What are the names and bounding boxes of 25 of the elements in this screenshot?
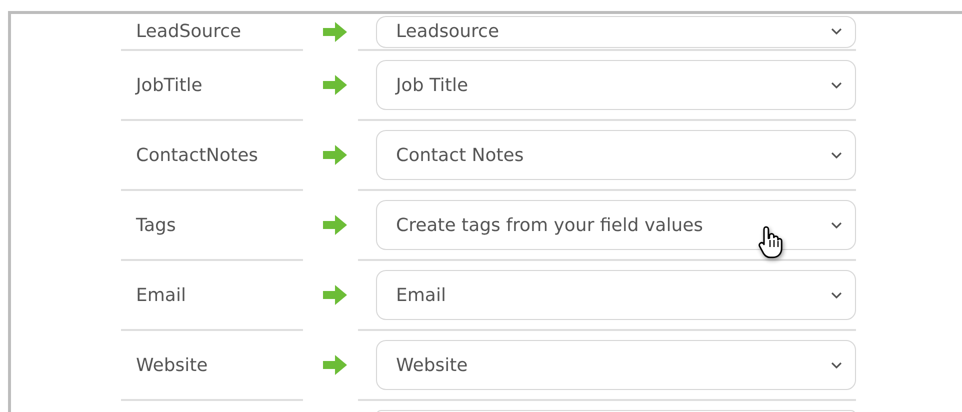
field-name: ContactNotes [136,144,258,166]
field-name: Website [136,354,208,376]
chevron-icon [831,362,842,368]
chevron-icon [831,152,842,158]
arrow-icon [322,215,346,235]
arrow-icon [322,285,346,305]
select-field[interactable]: Contact Notes [376,130,856,180]
arrow-icon [322,22,346,42]
arrow-icon [322,145,346,165]
select-field[interactable]: Leadsource [376,16,856,48]
field-name: LeadSource [136,21,242,42]
chevron-icon [831,82,842,88]
select-field[interactable]: Job Title [376,60,856,110]
field-name: Tags [136,214,176,236]
chevron-icon [831,292,842,298]
select-field[interactable]: Create tags from your field values [376,200,856,250]
select-field[interactable]: Website [376,340,856,390]
field-name: Email [136,284,186,306]
field-name: JobTitle [136,74,202,96]
hand-cursor-icon [758,225,784,259]
arrow-icon [322,75,346,95]
arrow-icon [322,355,346,375]
chevron-icon [831,222,842,228]
select-field[interactable]: Email [376,270,856,320]
chevron-icon [831,28,842,35]
